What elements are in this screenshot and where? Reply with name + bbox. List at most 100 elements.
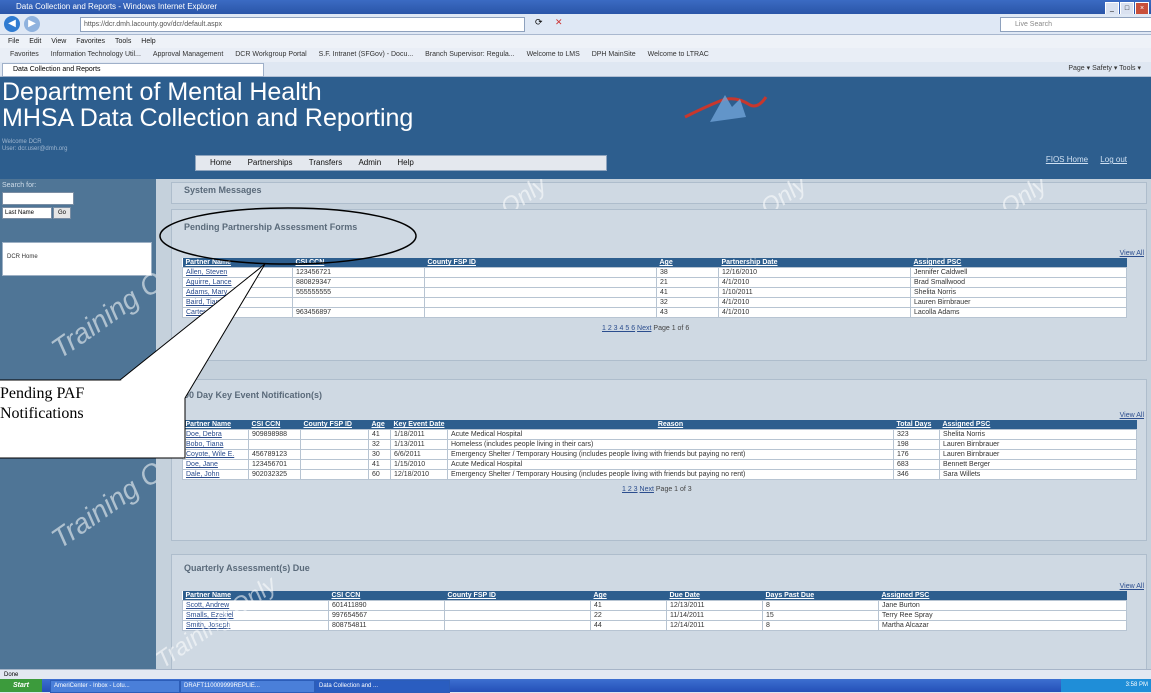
- table-cell: [424, 307, 657, 318]
- command-bar[interactable]: Page ▾ Safety ▾ Tools ▾: [1068, 62, 1141, 76]
- menu-file[interactable]: File: [8, 38, 19, 45]
- col-key-event-date[interactable]: Key Event Date: [390, 420, 448, 430]
- table-cell: 15: [762, 610, 879, 621]
- browser-tab[interactable]: Data Collection and Reports: [2, 63, 264, 77]
- site-header: Department of Mental Health MHSA Data Co…: [0, 77, 1151, 179]
- paf-view-all-link[interactable]: View All: [1120, 250, 1144, 257]
- col-county-fsp-id[interactable]: County FSP ID: [444, 591, 591, 601]
- key-event-view-all-link[interactable]: View All: [1120, 412, 1144, 419]
- col-reason[interactable]: Reason: [447, 420, 894, 430]
- paf-next-link[interactable]: Next: [637, 325, 651, 332]
- sidebar-item[interactable]: DCR Home: [7, 254, 38, 260]
- col-csi-ccn[interactable]: CSI CCN: [248, 420, 301, 430]
- stop-icon[interactable]: ✕: [555, 17, 563, 28]
- paf-page-links[interactable]: 1 2 3 4 5 6: [602, 325, 635, 332]
- taskbar-item[interactable]: Data Collection and ...: [315, 680, 450, 693]
- col-due-date[interactable]: Due Date: [666, 591, 763, 601]
- menu-favorites[interactable]: Favorites: [76, 38, 105, 45]
- table-cell[interactable]: Carter, Carlos: [182, 307, 293, 318]
- table-cell: 6/6/2011: [390, 449, 448, 460]
- table-cell: 60: [368, 469, 391, 480]
- key-event-table: Partner Name CSI CCN County FSP ID Age K…: [182, 420, 1138, 480]
- live-search-input[interactable]: Live Search: [1000, 17, 1151, 32]
- col-partner-name[interactable]: Partner Name: [182, 420, 249, 430]
- col-assigned-psc[interactable]: Assigned PSC: [939, 420, 1137, 430]
- favorite-link[interactable]: DCR Workgroup Portal: [235, 51, 306, 58]
- table-cell: 8: [762, 600, 879, 611]
- table-cell[interactable]: Aguirre, Lance: [182, 277, 293, 288]
- go-button[interactable]: Go: [53, 207, 71, 219]
- menu-help[interactable]: Help: [141, 38, 155, 45]
- paf-pager: 1 2 3 4 5 6 Next Page 1 of 6: [602, 325, 689, 332]
- favorite-link[interactable]: Welcome to LTRAC: [648, 51, 709, 58]
- col-partnership-date[interactable]: Partnership Date: [718, 258, 911, 268]
- table-cell: [444, 610, 591, 621]
- window-title: Data Collection and Reports - Windows In…: [16, 2, 217, 11]
- nav-partnerships[interactable]: Partnerships: [248, 156, 293, 170]
- table-cell: [300, 449, 369, 460]
- table-cell: 555555555: [292, 287, 425, 298]
- table-cell[interactable]: Baird, Tiana: [182, 297, 293, 308]
- start-button[interactable]: Start: [0, 679, 42, 692]
- table-cell: [424, 297, 657, 308]
- col-total-days[interactable]: Total Days: [893, 420, 940, 430]
- menu-edit[interactable]: Edit: [29, 38, 41, 45]
- table-row: Doe, Jane 123456701 41 1/15/2010 Acute Medic…: [182, 459, 1138, 470]
- taskbar-item[interactable]: DRAFT110009999REPLIE...: [180, 680, 315, 693]
- table-cell: 12/16/2010: [718, 267, 911, 278]
- search-input[interactable]: [2, 192, 74, 205]
- table-cell: 902032325: [248, 469, 301, 480]
- favorite-link[interactable]: Approval Management: [153, 51, 223, 58]
- nav-admin[interactable]: Admin: [358, 156, 381, 170]
- table-row: Carter, Carlos 963456897 43 4/1/2010 Lacolla…: [182, 307, 1127, 318]
- favorite-link[interactable]: Welcome to LMS: [527, 51, 580, 58]
- col-csi-ccn[interactable]: CSI CCN: [328, 591, 445, 601]
- fios-home-link[interactable]: FIOS Home: [1046, 155, 1088, 164]
- favorite-link[interactable]: Branch Supervisor: Regula...: [425, 51, 515, 58]
- refresh-icon[interactable]: ⟳: [535, 17, 543, 28]
- nav-home[interactable]: Home: [210, 156, 231, 170]
- taskbar-item[interactable]: AmeriCenter - Inbox - Lotu...: [50, 680, 180, 693]
- col-csi-ccn[interactable]: CSI CCN: [292, 258, 425, 268]
- url-field[interactable]: https://dcr.dmh.lacounty.gov/dcr/default…: [80, 17, 525, 32]
- key-event-page-links[interactable]: 1 2 3: [622, 486, 638, 493]
- col-county-fsp-id[interactable]: County FSP ID: [300, 420, 369, 430]
- col-age[interactable]: Age: [590, 591, 667, 601]
- table-cell: 11/14/2011: [666, 610, 763, 621]
- favorite-link[interactable]: Information Technology Util...: [51, 51, 141, 58]
- search-type-select[interactable]: Last Name: [2, 207, 52, 219]
- table-row: Dale, John 902032325 60 12/18/2010 Emergency…: [182, 469, 1138, 480]
- table-cell[interactable]: Bobo, Tiana: [182, 439, 249, 450]
- col-county-fsp-id[interactable]: County FSP ID: [424, 258, 657, 268]
- forward-icon[interactable]: ▶: [24, 16, 40, 32]
- key-event-next-link[interactable]: Next: [640, 486, 654, 493]
- col-age[interactable]: Age: [656, 258, 719, 268]
- col-assigned-psc[interactable]: Assigned PSC: [878, 591, 1127, 601]
- table-cell: 4/1/2010: [718, 307, 911, 318]
- favorite-link[interactable]: S.F. Intranet (SFGov) - Docu...: [319, 51, 414, 58]
- nav-transfers[interactable]: Transfers: [309, 156, 343, 170]
- table-cell: [300, 439, 369, 450]
- logout-link[interactable]: Log out: [1100, 155, 1127, 164]
- key-event-panel: 90 Day Key Event Notification(s) View Al…: [171, 379, 1147, 541]
- table-cell[interactable]: Coyote, Wile E.: [182, 449, 249, 460]
- table-cell[interactable]: Dale, John: [182, 469, 249, 480]
- nav-help[interactable]: Help: [397, 156, 413, 170]
- col-partner-name[interactable]: Partner Name: [182, 258, 293, 268]
- quarterly-view-all-link[interactable]: View All: [1120, 583, 1144, 590]
- menu-view[interactable]: View: [51, 38, 66, 45]
- table-cell: Lauren Birnbrauer: [910, 297, 1127, 308]
- table-cell[interactable]: Doe, Debra: [182, 429, 249, 440]
- menu-tools[interactable]: Tools: [115, 38, 131, 45]
- favorite-link[interactable]: DPH MainSite: [592, 51, 636, 58]
- site-title: Department of Mental Health: [2, 78, 322, 106]
- table-cell[interactable]: Doe, Jane: [182, 459, 249, 470]
- favorites-button[interactable]: Favorites: [10, 51, 39, 58]
- col-age[interactable]: Age: [368, 420, 391, 430]
- table-cell[interactable]: Allen, Steven: [182, 267, 293, 278]
- table-row: Allen, Steven 123456721 38 12/16/2010 Jennif…: [182, 267, 1127, 278]
- col-days-past-due[interactable]: Days Past Due: [762, 591, 879, 601]
- col-assigned-psc[interactable]: Assigned PSC: [910, 258, 1127, 268]
- back-icon[interactable]: ◀: [4, 16, 20, 32]
- table-cell[interactable]: Adams, Mary: [182, 287, 293, 298]
